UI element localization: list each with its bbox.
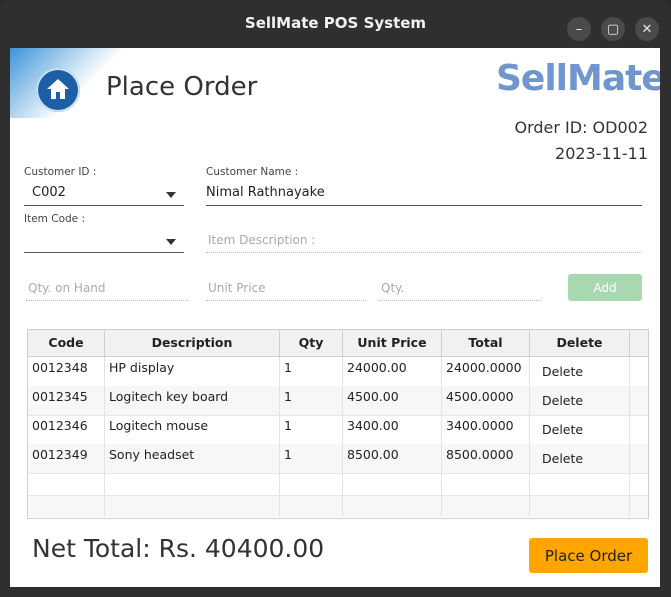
customer-name-value: Nimal Rathnayake	[206, 185, 325, 200]
cell-code: 0012346	[28, 415, 105, 444]
item-code-label: Item Code :	[24, 213, 85, 225]
page-title: Place Order	[106, 72, 258, 102]
app-window: SellMate POS System – ▢ ✕ Place Order Se…	[0, 0, 671, 597]
cell-description: Logitech key board	[105, 386, 280, 415]
brand-logo: SellMate	[496, 58, 660, 99]
qty-on-hand-placeholder: Qty. on Hand	[28, 281, 106, 295]
customer-id-select[interactable]: C002	[24, 183, 184, 206]
cell-unit-price: 24000.00	[343, 357, 442, 386]
cell-empty	[105, 496, 280, 517]
item-description-field[interactable]: Item Description :	[206, 230, 642, 253]
qty-field[interactable]: Qty.	[379, 278, 541, 301]
close-icon[interactable]: ✕	[635, 17, 659, 41]
cell-empty	[280, 496, 343, 517]
table-row[interactable]: 0012349 Sony headset 1 8500.00 8500.0000…	[28, 444, 648, 474]
cell-unit-price: 3400.00	[343, 415, 442, 444]
item-description-placeholder: Item Description :	[208, 233, 316, 247]
cell-qty: 1	[280, 415, 343, 444]
place-order-button[interactable]: Place Order	[529, 538, 648, 573]
order-id: Order ID: OD002	[514, 118, 648, 137]
cell-description: Logitech mouse	[105, 415, 280, 444]
cell-total: 3400.0000	[442, 415, 530, 444]
column-header-delete[interactable]: Delete	[530, 330, 630, 356]
place-order-panel: Place Order SellMate Order ID: OD002 202…	[10, 48, 660, 587]
cell-empty	[530, 496, 630, 517]
cell-empty	[28, 496, 105, 517]
cell-code: 0012349	[28, 444, 105, 473]
cell-empty	[28, 473, 105, 495]
cell-empty	[442, 496, 530, 517]
cell-description: HP display	[105, 357, 280, 386]
table-header: Code Description Qty Unit Price Total De…	[28, 330, 648, 357]
cell-empty	[530, 473, 630, 495]
delete-button[interactable]: Delete	[530, 386, 630, 415]
cell-empty	[343, 496, 442, 517]
cell-description: Sony headset	[105, 444, 280, 473]
item-code-select[interactable]	[24, 230, 184, 253]
cell-code: 0012345	[28, 386, 105, 415]
delete-button[interactable]: Delete	[530, 415, 630, 444]
chevron-down-icon	[166, 192, 176, 198]
customer-id-label: Customer ID :	[24, 166, 97, 178]
delete-button[interactable]: Delete	[530, 357, 630, 386]
cell-qty: 1	[280, 386, 343, 415]
cell-empty	[343, 473, 442, 495]
cell-total: 8500.0000	[442, 444, 530, 473]
add-button[interactable]: Add	[568, 274, 642, 301]
table-row-empty	[28, 473, 648, 496]
table-row[interactable]: 0012345 Logitech key board 1 4500.00 450…	[28, 386, 648, 416]
unit-price-field[interactable]: Unit Price	[206, 278, 366, 301]
customer-name-label: Customer Name :	[206, 166, 299, 178]
cell-unit-price: 4500.00	[343, 386, 442, 415]
cell-qty: 1	[280, 357, 343, 386]
cell-empty	[442, 473, 530, 495]
net-total-label: Net Total: Rs. 40400.00	[32, 534, 325, 563]
customer-name-field[interactable]: Nimal Rathnayake	[206, 183, 642, 206]
order-date: 2023-11-11	[555, 144, 648, 163]
minimize-icon[interactable]: –	[567, 17, 591, 41]
cell-qty: 1	[280, 444, 343, 473]
chevron-down-icon	[166, 239, 176, 245]
home-icon[interactable]	[36, 68, 80, 112]
cell-total: 24000.0000	[442, 357, 530, 386]
table-row-empty	[28, 496, 648, 517]
cell-total: 4500.0000	[442, 386, 530, 415]
cell-unit-price: 8500.00	[343, 444, 442, 473]
column-header-unit-price[interactable]: Unit Price	[343, 330, 442, 356]
column-header-total[interactable]: Total	[442, 330, 530, 356]
cell-code: 0012348	[28, 357, 105, 386]
table-row[interactable]: 0012348 HP display 1 24000.00 24000.0000…	[28, 357, 648, 387]
qty-placeholder: Qty.	[381, 281, 405, 295]
column-header-code[interactable]: Code	[28, 330, 105, 356]
table-row[interactable]: 0012346 Logitech mouse 1 3400.00 3400.00…	[28, 415, 648, 445]
column-header-qty[interactable]: Qty	[280, 330, 343, 356]
customer-id-value: C002	[32, 185, 66, 200]
cell-empty	[105, 473, 280, 495]
order-table: Code Description Qty Unit Price Total De…	[27, 329, 649, 519]
maximize-icon[interactable]: ▢	[601, 17, 625, 41]
delete-button[interactable]: Delete	[530, 444, 630, 473]
column-header-description[interactable]: Description	[105, 330, 280, 356]
qty-on-hand-field[interactable]: Qty. on Hand	[26, 278, 188, 301]
title-bar[interactable]: SellMate POS System – ▢ ✕	[0, 0, 671, 48]
unit-price-placeholder: Unit Price	[208, 281, 266, 295]
cell-empty	[280, 473, 343, 495]
